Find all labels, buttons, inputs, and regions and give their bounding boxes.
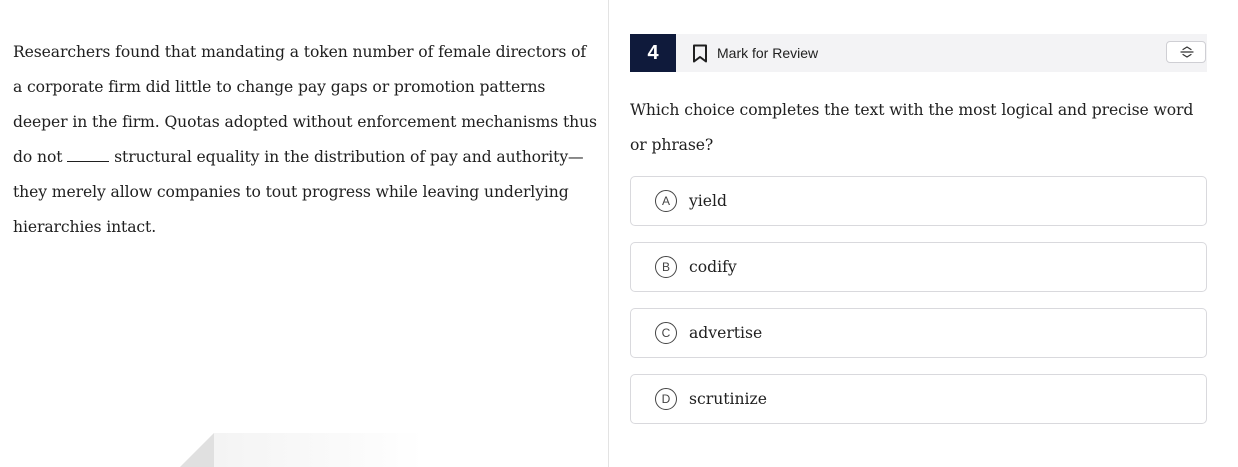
choice-a[interactable]: A yield: [630, 176, 1207, 226]
mark-for-review-button[interactable]: Mark for Review: [692, 34, 818, 72]
decorative-fade-shape: [214, 433, 424, 467]
choice-a-letter: A: [655, 190, 677, 212]
question-number-badge: 4: [630, 34, 676, 72]
choice-c[interactable]: C advertise: [630, 308, 1207, 358]
question-header: 4 Mark for Review: [630, 34, 1207, 72]
passage-pane: Researchers found that mandating a token…: [0, 0, 609, 467]
choice-d[interactable]: D scrutinize: [630, 374, 1207, 424]
choice-c-letter: C: [655, 322, 677, 344]
strikethrough-toggle-button[interactable]: [1166, 41, 1206, 63]
decorative-corner-shape: [180, 433, 214, 467]
bookmark-icon: [693, 44, 707, 62]
choice-b[interactable]: B codify: [630, 242, 1207, 292]
question-pane: 4 Mark for Review Which choice completes…: [630, 0, 1207, 467]
choice-c-text: advertise: [689, 324, 763, 342]
choice-d-letter: D: [655, 388, 677, 410]
mark-for-review-label: Mark for Review: [717, 45, 819, 61]
choice-b-text: codify: [689, 258, 737, 276]
strikethrough-abc-icon: [1180, 46, 1194, 58]
choice-a-text: yield: [689, 192, 727, 210]
choice-b-letter: B: [655, 256, 677, 278]
question-prompt: Which choice completes the text with the…: [630, 101, 1194, 154]
passage-text: Researchers found that mandating a token…: [13, 35, 598, 245]
choice-d-text: scrutinize: [689, 390, 767, 408]
passage-blank: [67, 149, 110, 162]
